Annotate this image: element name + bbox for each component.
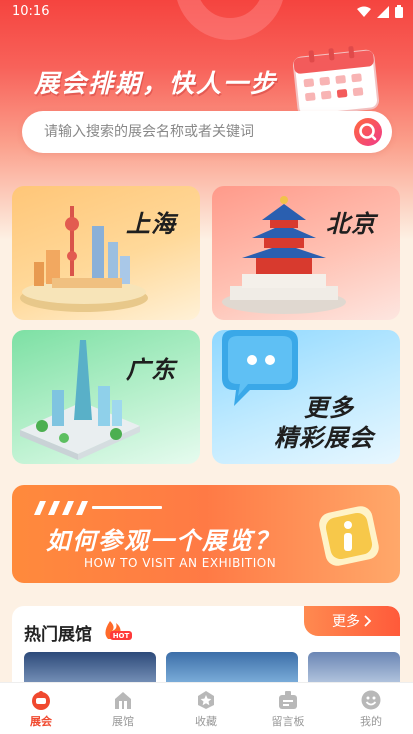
profile-icon <box>361 690 381 710</box>
tab-label-message-board: 留言板 <box>271 715 305 728</box>
expo-icon <box>32 691 50 710</box>
tab-label-favorites: 收藏 <box>195 715 217 728</box>
tab-profile[interactable]: 我的 <box>330 683 412 734</box>
banner-subtitle: HOW TO VISIT AN EXHIBITION <box>84 556 277 570</box>
hot-venues-title: 热门展馆 <box>24 625 92 645</box>
city-label-shanghai: 上海 <box>126 210 176 238</box>
visit-guide-banner[interactable]: 如何参观一个展览？ HOW TO VISIT AN EXHIBITION <box>12 485 400 583</box>
city-card-shanghai[interactable]: 上海 <box>12 186 200 320</box>
bottom-tab-bar: 展会 展馆 收藏 留言板 我的 <box>0 682 413 734</box>
search-bar[interactable] <box>22 111 392 153</box>
message-board-icon <box>279 691 297 709</box>
venue-thumbnail[interactable] <box>308 652 400 686</box>
banner-title: 如何参观一个展览？ <box>46 527 280 555</box>
city-label-guangdong: 广东 <box>126 356 176 384</box>
calendar-icon <box>292 46 380 114</box>
tab-venues[interactable]: 展馆 <box>82 683 164 734</box>
tab-label-venues: 展馆 <box>112 715 134 728</box>
more-card-line2: 精彩展会 <box>274 424 374 452</box>
more-venues-label: 更多 <box>332 614 360 630</box>
status-bar: 10:16 <box>0 0 413 24</box>
tab-expo[interactable]: 展会 <box>0 683 82 734</box>
city-card-more[interactable]: 更多 精彩展会 <box>212 330 400 464</box>
info-icon <box>319 506 379 566</box>
battery-icon <box>395 5 403 18</box>
signal-icon <box>377 5 389 18</box>
search-button[interactable] <box>354 118 382 146</box>
chevron-right-icon <box>364 615 372 627</box>
star-icon <box>198 691 214 709</box>
city-label-beijing: 北京 <box>326 210 376 238</box>
more-venues-button[interactable]: 更多 <box>304 606 400 636</box>
venue-thumbnail[interactable] <box>24 652 156 686</box>
search-input[interactable] <box>44 111 344 153</box>
hero-slogan: 展会排期，快人一步 <box>34 69 278 98</box>
city-card-beijing[interactable]: 北京 <box>212 186 400 320</box>
svg-text:HOT: HOT <box>113 632 130 640</box>
status-icons <box>357 5 403 18</box>
wifi-icon <box>357 6 371 17</box>
city-card-guangdong[interactable]: 广东 <box>12 330 200 464</box>
tab-message-board[interactable]: 留言板 <box>247 683 329 734</box>
status-time: 10:16 <box>12 4 50 19</box>
venue-thumbnail[interactable] <box>166 652 298 686</box>
banner-stripes-decor <box>34 501 162 515</box>
search-icon <box>359 123 377 141</box>
tab-label-profile: 我的 <box>360 715 382 728</box>
hot-badge-icon: HOT <box>105 621 132 640</box>
tab-label-expo: 展会 <box>30 715 52 728</box>
building-icon <box>115 692 131 709</box>
tab-favorites[interactable]: 收藏 <box>165 683 247 734</box>
hot-venues-section: 热门展馆 HOT 更多 <box>12 606 400 686</box>
